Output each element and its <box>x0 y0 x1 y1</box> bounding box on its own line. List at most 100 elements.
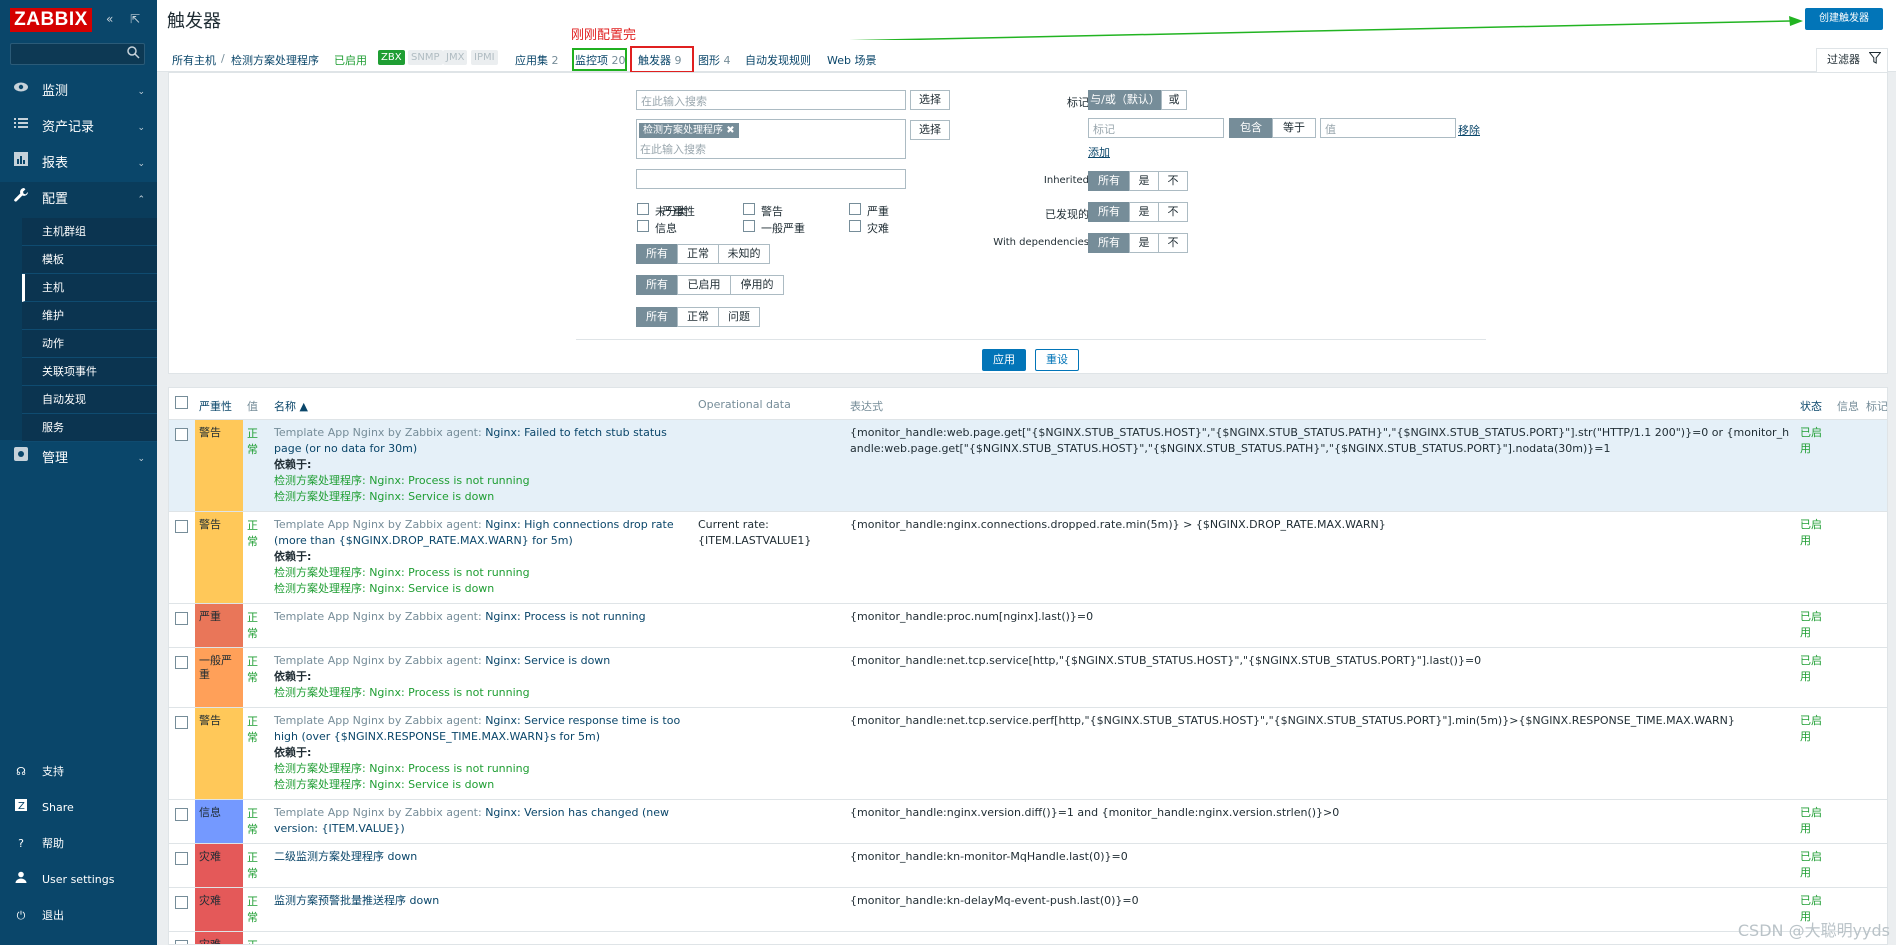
expression-cell[interactable]: {monitor_handle:net.tcp.service[http,"{$… <box>850 653 1790 669</box>
footer-help[interactable]: ? 帮助 <box>0 826 157 862</box>
severity-information-checkbox[interactable] <box>637 220 649 232</box>
submenu-services[interactable]: 服务 <box>22 414 157 442</box>
footer-support[interactable]: ☊ 支持 <box>0 754 157 790</box>
tag-value-input[interactable]: 值 <box>1320 118 1456 138</box>
template-link[interactable]: Template App Nginx by Zabbix agent: <box>274 518 482 531</box>
name-input[interactable] <box>636 169 906 189</box>
trigger-name-link[interactable]: 监测方案预警批量推送程序 down <box>274 894 439 907</box>
dependency-link[interactable]: 检测方案处理程序: Nginx: Process is not running <box>274 685 694 701</box>
expression-cell[interactable]: {monitor_handle:web.page.get["{$NGINX.ST… <box>850 425 1790 457</box>
row-checkbox[interactable] <box>175 656 188 669</box>
dependency-link[interactable]: 检测方案处理程序: Nginx: Process is not running <box>274 761 694 777</box>
filter-tab[interactable]: 过滤器 <box>1816 48 1888 72</box>
discovered-yes-option[interactable]: 是 <box>1129 202 1159 222</box>
host-chip[interactable]: 检测方案处理程序 ✖ <box>639 123 739 138</box>
submenu-event-correlation[interactable]: 关联项事件 <box>22 358 157 386</box>
row-checkbox[interactable] <box>175 896 188 909</box>
dependency-link[interactable]: 检测方案处理程序: Nginx: Process is not running <box>274 473 694 489</box>
submenu-templates[interactable]: 模板 <box>22 246 157 274</box>
template-link[interactable]: Template App Nginx by Zabbix agent: <box>274 426 482 439</box>
add-tag-link[interactable]: 添加 <box>1088 144 1110 160</box>
severity-warning-checkbox[interactable] <box>743 203 755 215</box>
expression-cell[interactable]: {monitor_handle:nginx.connections.droppe… <box>850 517 1790 533</box>
status-all-option[interactable]: 所有 <box>636 275 678 295</box>
status-disabled-option[interactable]: 停用的 <box>730 275 784 295</box>
header-severity[interactable]: 严重性 <box>199 398 232 414</box>
tab-graphs[interactable]: 图形 4 <box>698 52 731 68</box>
reset-button[interactable]: 重设 <box>1035 349 1079 371</box>
submenu-actions[interactable]: 动作 <box>22 330 157 358</box>
severity-not-classified-checkbox[interactable] <box>637 203 649 215</box>
tags-and-or-option[interactable]: 与/或（默认） <box>1088 90 1162 110</box>
trigger-name-link[interactable]: Nginx: Process is not running <box>485 610 645 623</box>
remove-chip-icon[interactable]: ✖ <box>726 125 734 136</box>
row-checkbox[interactable] <box>175 808 188 821</box>
dependency-link[interactable]: 检测方案处理程序: Nginx: Process is not running <box>274 565 694 581</box>
host-search-placeholder[interactable]: 在此输入搜索 <box>637 141 837 157</box>
tab-discovery-rules[interactable]: 自动发现规则 <box>745 52 811 68</box>
tags-or-option[interactable]: 或 <box>1161 90 1187 110</box>
expression-cell[interactable]: {monitor_handle:proc.num[nginx].last()}=… <box>850 609 1790 625</box>
host-status-enabled[interactable]: 已启用 <box>334 52 367 68</box>
template-link[interactable]: Template App Nginx by Zabbix agent: <box>274 654 482 667</box>
state-normal-option[interactable]: 正常 <box>677 244 719 264</box>
trigger-name-link[interactable]: 二级监测方案处理程序 down <box>274 850 417 863</box>
value-problem-option[interactable]: 问题 <box>718 307 760 327</box>
dependency-link[interactable]: 检测方案处理程序: Nginx: Service is down <box>274 489 694 505</box>
template-link[interactable]: Template App Nginx by Zabbix agent: <box>274 806 482 819</box>
header-name[interactable]: 名称 ▲ <box>274 398 308 414</box>
row-checkbox[interactable] <box>175 428 188 441</box>
submenu-host-groups[interactable]: 主机群组 <box>22 218 157 246</box>
expression-cell[interactable]: {monitor_handle:net.tcp.service.perf[htt… <box>850 713 1790 729</box>
dependencies-yes-option[interactable]: 是 <box>1129 233 1159 253</box>
host-link[interactable]: 检测方案处理程序 <box>231 52 319 68</box>
template-link[interactable]: Template App Nginx by Zabbix agent: <box>274 610 482 623</box>
row-checkbox[interactable] <box>175 940 188 944</box>
host-group-input[interactable]: 在此输入搜索 <box>636 90 906 110</box>
value-all-option[interactable]: 所有 <box>636 307 678 327</box>
apply-button[interactable]: 应用 <box>982 349 1026 371</box>
dependencies-all-option[interactable]: 所有 <box>1088 233 1130 253</box>
row-checkbox[interactable] <box>175 716 188 729</box>
row-checkbox[interactable] <box>175 520 188 533</box>
status-enabled-option[interactable]: 已启用 <box>677 275 731 295</box>
footer-user-settings[interactable]: User settings <box>0 862 157 898</box>
trigger-name-link[interactable]: Nginx: Service is down <box>485 654 610 667</box>
status-toggle[interactable]: 已启用 <box>1800 849 1828 881</box>
footer-share[interactable]: Z Share <box>0 790 157 826</box>
menu-reports[interactable]: 报表 ⌄ <box>0 146 157 182</box>
status-toggle[interactable]: 已启用 <box>1800 805 1828 837</box>
expression-cell[interactable]: {monitor_handle:kn-monitor-MqHandle.last… <box>850 849 1790 865</box>
discovered-all-option[interactable]: 所有 <box>1088 202 1130 222</box>
dependency-link[interactable]: 检测方案处理程序: Nginx: Service is down <box>274 581 694 597</box>
submenu-maintenance[interactable]: 维护 <box>22 302 157 330</box>
all-hosts-link[interactable]: 所有主机 <box>172 52 216 68</box>
remove-tag-link[interactable]: 移除 <box>1458 122 1480 138</box>
status-toggle[interactable]: 已启用 <box>1800 517 1828 549</box>
menu-inventory[interactable]: 资产记录 ⌄ <box>0 110 157 146</box>
submenu-hosts[interactable]: 主机 <box>22 274 157 302</box>
tab-applications[interactable]: 应用集 2 <box>515 52 559 68</box>
inherited-all-option[interactable]: 所有 <box>1088 171 1130 191</box>
host-group-select-button[interactable]: 选择 <box>910 90 950 110</box>
tag-contains-option[interactable]: 包含 <box>1229 118 1273 138</box>
row-checkbox[interactable] <box>175 852 188 865</box>
dependencies-no-option[interactable]: 不 <box>1158 233 1188 253</box>
dependency-link[interactable]: 检测方案处理程序: Nginx: Service is down <box>274 777 694 793</box>
state-all-option[interactable]: 所有 <box>636 244 678 264</box>
tab-web-scenarios[interactable]: Web 场景 <box>827 52 876 68</box>
menu-administration[interactable]: 管理 ⌄ <box>0 441 157 477</box>
tag-equals-option[interactable]: 等于 <box>1272 118 1316 138</box>
expression-cell[interactable]: {monitor_handle:kn-delayMq-event-push.la… <box>850 893 1790 909</box>
state-unknown-option[interactable]: 未知的 <box>718 244 770 264</box>
host-select-button[interactable]: 选择 <box>910 120 950 140</box>
expression-cell[interactable]: {monitor_handle:nginx.version.diff()}=1 … <box>850 805 1790 821</box>
template-link[interactable]: Template App Nginx by Zabbix agent: <box>274 714 482 727</box>
footer-signout[interactable]: ⏻ 退出 <box>0 898 157 934</box>
row-checkbox[interactable] <box>175 612 188 625</box>
select-all-checkbox[interactable] <box>175 396 188 409</box>
inherited-no-option[interactable]: 不 <box>1158 171 1188 191</box>
discovered-no-option[interactable]: 不 <box>1158 202 1188 222</box>
header-status[interactable]: 状态 <box>1800 398 1822 414</box>
status-toggle[interactable]: 已启用 <box>1800 609 1828 641</box>
